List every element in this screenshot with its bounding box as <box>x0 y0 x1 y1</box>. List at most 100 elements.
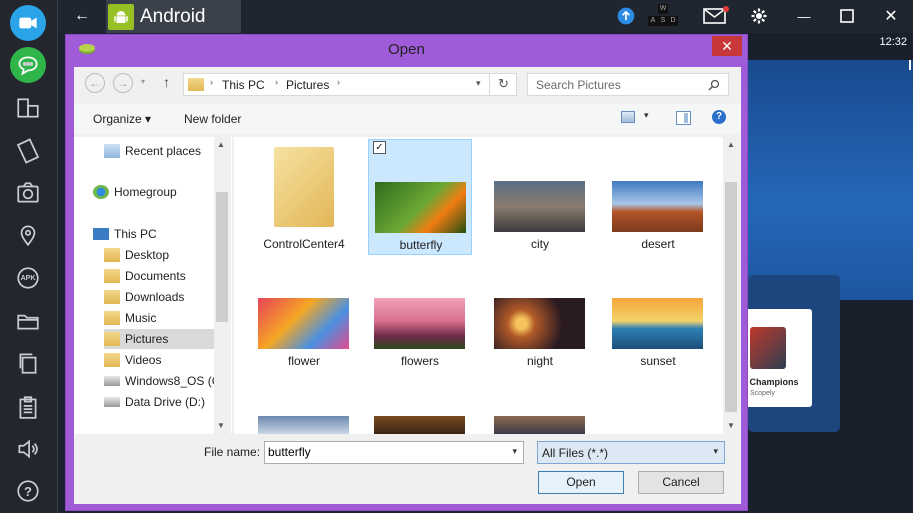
forward-nav-button[interactable]: → <box>113 73 133 93</box>
refresh-icon[interactable]: ↻ <box>489 74 517 95</box>
view-options-icon[interactable] <box>621 111 635 123</box>
nav-item[interactable]: Windows8_OS (C <box>104 371 220 391</box>
address-bar[interactable]: › This PC › Pictures › ▾ ↻ <box>183 73 517 96</box>
image-thumbnail[interactable] <box>258 416 349 434</box>
minimize-button[interactable]: — <box>793 4 815 28</box>
homegroup-icon <box>93 185 109 199</box>
new-folder-button[interactable]: New folder <box>184 112 241 126</box>
file-scrollbar[interactable]: ▲ ▼ <box>723 137 740 434</box>
search-input[interactable]: Search Pictures <box>527 73 729 96</box>
file-name-field[interactable]: ▾ <box>264 441 524 464</box>
help-icon[interactable]: ? <box>13 476 43 506</box>
left-toolbar: APK ? <box>0 0 58 513</box>
mail-icon[interactable] <box>702 4 729 28</box>
app-publisher: Scopely <box>750 390 775 397</box>
organize-button[interactable]: Organize ▾ <box>93 112 151 126</box>
drive-icon <box>104 397 120 407</box>
folder-icon <box>188 78 204 91</box>
help-icon[interactable]: ? <box>712 110 726 124</box>
file-item[interactable]: flower <box>252 256 356 372</box>
tab-title: Android <box>140 5 206 27</box>
nav-item[interactable]: Documents <box>104 266 186 286</box>
nav-item[interactable]: Music <box>104 308 156 328</box>
preview-pane-icon[interactable] <box>676 111 691 125</box>
clipboard-icon[interactable] <box>13 392 43 422</box>
nav-item-label: Data Drive (D:) <box>125 395 206 409</box>
nav-scrollbar[interactable]: ▲ ▼ <box>214 137 231 434</box>
file-name: ControlCenter4 <box>263 237 345 251</box>
breadcrumb-this-pc[interactable]: This PC <box>222 78 265 92</box>
nav-item[interactable]: Desktop <box>104 245 169 265</box>
location-icon[interactable] <box>13 220 43 250</box>
image-thumbnail <box>374 298 465 349</box>
file-item[interactable]: ✓ butterfly <box>368 139 472 255</box>
arrow-right-icon: → <box>117 76 129 90</box>
file-item[interactable]: night <box>488 256 592 372</box>
folder-icon[interactable] <box>13 306 43 336</box>
file-item[interactable]: flowers <box>368 256 472 372</box>
file-name: city <box>531 237 549 251</box>
key-d: D <box>668 16 678 26</box>
view-dropdown-icon[interactable]: ▾ <box>644 110 649 121</box>
recent-dropdown-icon[interactable]: ▾ <box>141 77 145 86</box>
navigation-pane: Recent places Homegroup This PC Desktop Docu… <box>74 137 232 434</box>
dialog-close-button[interactable]: ✕ <box>712 36 742 56</box>
nav-item[interactable]: This PC <box>93 224 157 244</box>
nav-item[interactable]: Pictures <box>104 329 214 349</box>
folder-icon <box>104 353 120 367</box>
cancel-button[interactable]: Cancel <box>638 471 724 494</box>
maximize-button[interactable] <box>836 4 858 28</box>
nav-item-label: Pictures <box>125 332 169 346</box>
keyboard-keys-icon[interactable]: W A S D <box>648 4 678 28</box>
nav-item-label: Downloads <box>125 290 185 304</box>
back-nav-button[interactable]: ← <box>85 73 105 93</box>
notification-dot <box>723 6 729 12</box>
video-icon[interactable] <box>10 5 46 41</box>
gear-icon[interactable] <box>748 4 770 28</box>
chevron-right-icon: › <box>275 77 278 87</box>
chevron-down-icon[interactable]: ▾ <box>476 78 481 89</box>
apk-icon[interactable]: APK <box>13 263 43 293</box>
app-card[interactable]: t Champions Scopely <box>742 309 812 407</box>
apk-label: APK <box>20 274 36 282</box>
nav-item[interactable]: Videos <box>104 350 161 370</box>
file-item[interactable]: desert <box>606 139 710 255</box>
nav-item[interactable]: Downloads <box>104 287 184 307</box>
file-item[interactable]: ControlCenter4 <box>252 139 356 255</box>
back-button[interactable]: ← <box>72 4 92 28</box>
volume-icon[interactable] <box>13 434 43 464</box>
up-arrow-icon[interactable]: ↑ <box>163 74 170 90</box>
chevron-down-icon[interactable]: ▾ <box>512 446 517 457</box>
folder-icon <box>104 248 120 262</box>
nav-item-label: Windows8_OS (C <box>125 374 221 388</box>
open-button[interactable]: Open <box>538 471 624 494</box>
nav-item[interactable]: Data Drive (D:) <box>104 392 205 412</box>
nav-item-label: Homegroup <box>114 185 177 199</box>
rotate-icon[interactable] <box>13 136 43 166</box>
image-thumbnail[interactable] <box>374 416 465 434</box>
chevron-right-icon: › <box>210 77 213 87</box>
nav-item[interactable]: Recent places <box>104 141 201 161</box>
file-type-select[interactable]: All Files (*.*) ▾ <box>537 441 725 464</box>
chat-icon[interactable] <box>10 47 46 83</box>
folder-icon <box>104 269 120 283</box>
file-name: night <box>526 354 554 368</box>
image-thumbnail[interactable] <box>494 416 585 434</box>
command-bar: Organize ▾ New folder ▾ ? <box>74 104 741 134</box>
camera-icon[interactable] <box>13 178 43 208</box>
key-w: W <box>658 4 668 14</box>
file-item[interactable]: city <box>488 139 592 255</box>
file-name-input[interactable] <box>268 445 498 459</box>
dialog-body: ← → ▾ ↑ › This PC › Pictures › ▾ ↻ Searc… <box>74 67 741 504</box>
file-name: desert <box>641 237 675 251</box>
checkbox[interactable]: ✓ <box>373 141 386 154</box>
nav-item[interactable]: Homegroup <box>93 182 177 202</box>
upload-icon[interactable] <box>615 4 637 28</box>
window-close-button[interactable]: ✕ <box>880 4 902 28</box>
multiwindow-icon[interactable] <box>13 93 43 123</box>
file-item[interactable]: sunset <box>606 256 710 372</box>
breadcrumb-pictures[interactable]: Pictures <box>286 78 329 92</box>
android-tab[interactable]: Android <box>106 0 241 33</box>
android-wallpaper <box>748 60 913 300</box>
copy-icon[interactable] <box>13 348 43 378</box>
